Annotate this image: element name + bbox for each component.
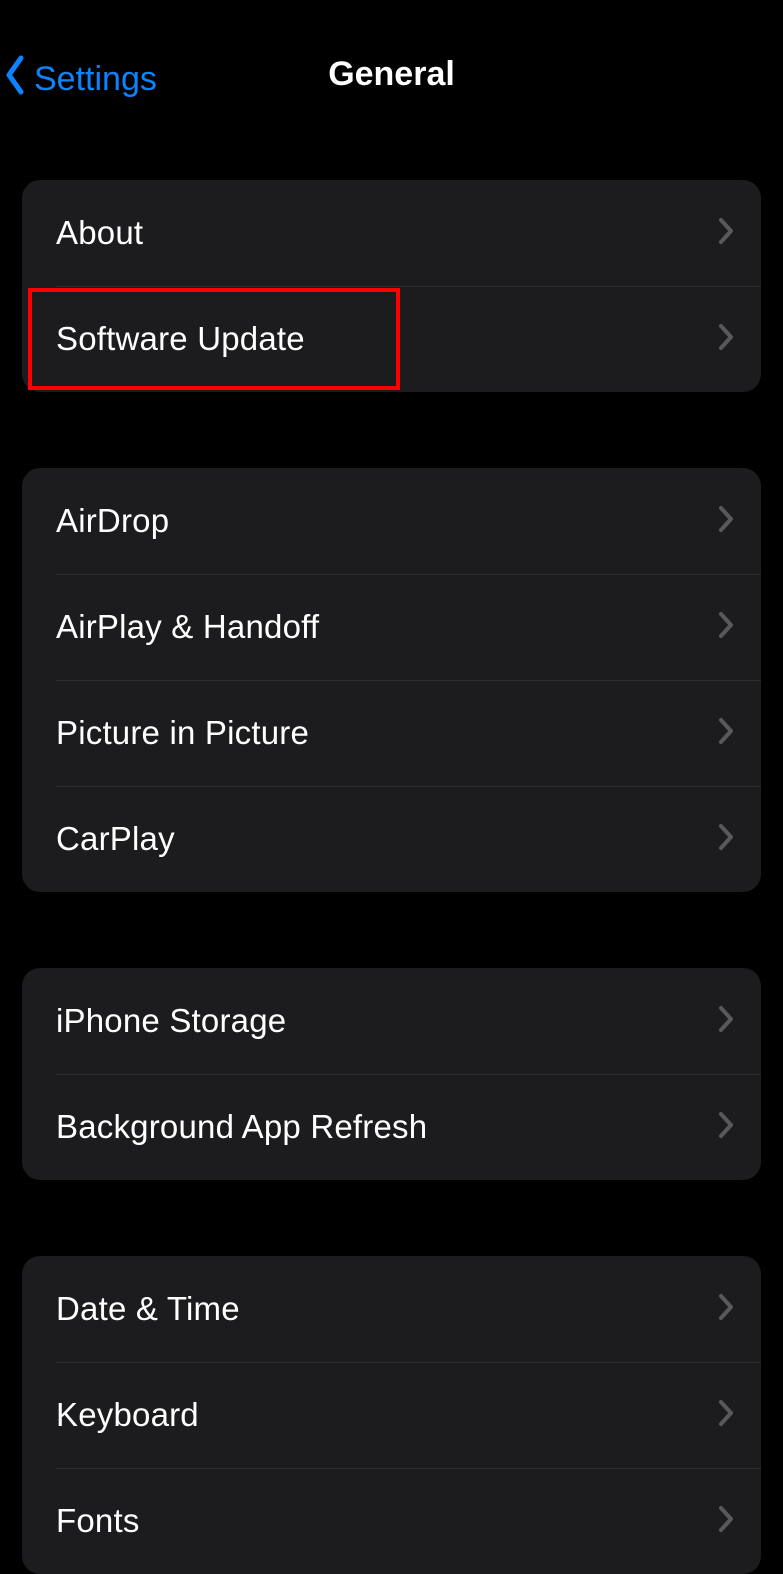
chevron-right-icon xyxy=(717,1005,735,1038)
settings-group: AirDrop AirPlay & Handoff Picture in Pictu… xyxy=(22,468,761,892)
chevron-right-icon xyxy=(717,611,735,644)
row-label: iPhone Storage xyxy=(56,1002,286,1040)
row-label: AirDrop xyxy=(56,502,169,540)
row-background-app-refresh[interactable]: Background App Refresh xyxy=(22,1074,761,1180)
row-software-update[interactable]: Software Update xyxy=(22,286,761,392)
settings-content: About Software Update AirDrop AirPlay & Han… xyxy=(0,120,783,1574)
settings-group: iPhone Storage Background App Refresh xyxy=(22,968,761,1180)
row-airdrop[interactable]: AirDrop xyxy=(22,468,761,574)
chevron-right-icon xyxy=(717,1505,735,1538)
row-label: CarPlay xyxy=(56,820,175,858)
chevron-right-icon xyxy=(717,1293,735,1326)
chevron-right-icon xyxy=(717,823,735,856)
chevron-right-icon xyxy=(717,1111,735,1144)
chevron-left-icon xyxy=(4,55,26,104)
row-label: Software Update xyxy=(56,320,305,358)
row-fonts[interactable]: Fonts xyxy=(22,1468,761,1574)
chevron-right-icon xyxy=(717,323,735,356)
row-label: Picture in Picture xyxy=(56,714,309,752)
row-label: Fonts xyxy=(56,1502,140,1540)
row-carplay[interactable]: CarPlay xyxy=(22,786,761,892)
settings-group: Date & Time Keyboard Fonts xyxy=(22,1256,761,1574)
nav-header: Settings General xyxy=(0,0,783,120)
row-label: Keyboard xyxy=(56,1396,199,1434)
row-label: About xyxy=(56,214,143,252)
row-picture-in-picture[interactable]: Picture in Picture xyxy=(22,680,761,786)
row-iphone-storage[interactable]: iPhone Storage xyxy=(22,968,761,1074)
chevron-right-icon xyxy=(717,217,735,250)
back-label: Settings xyxy=(34,60,157,99)
row-airplay-handoff[interactable]: AirPlay & Handoff xyxy=(22,574,761,680)
row-about[interactable]: About xyxy=(22,180,761,286)
row-label: AirPlay & Handoff xyxy=(56,608,319,646)
chevron-right-icon xyxy=(717,505,735,538)
back-button[interactable]: Settings xyxy=(4,55,157,104)
row-label: Date & Time xyxy=(56,1290,240,1328)
chevron-right-icon xyxy=(717,717,735,750)
settings-group: About Software Update xyxy=(22,180,761,392)
row-keyboard[interactable]: Keyboard xyxy=(22,1362,761,1468)
chevron-right-icon xyxy=(717,1399,735,1432)
row-label: Background App Refresh xyxy=(56,1108,427,1146)
row-date-time[interactable]: Date & Time xyxy=(22,1256,761,1362)
